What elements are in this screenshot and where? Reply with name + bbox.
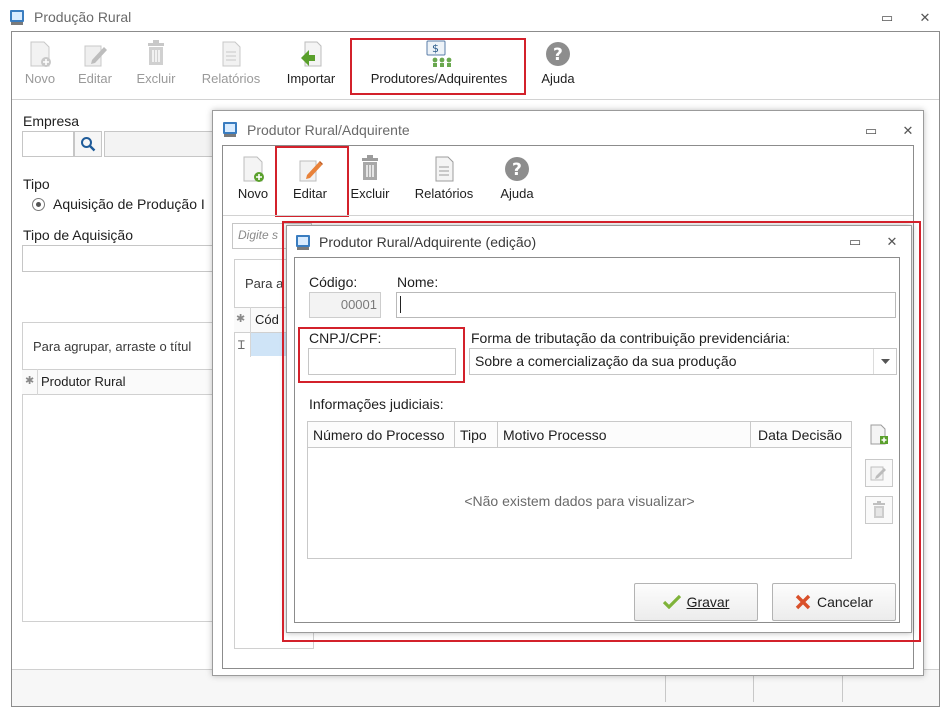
- new-document-icon: [30, 41, 51, 67]
- highlight-produtores-button: [350, 38, 526, 95]
- tipo-aquisicao-label: Tipo de Aquisição: [23, 227, 133, 243]
- svg-text:?: ?: [512, 160, 522, 180]
- main-close-icon[interactable]: ✕: [917, 10, 933, 26]
- mid-window-title: Produtor Rural/Adquirente: [247, 122, 410, 138]
- help-icon: ?: [546, 42, 570, 66]
- mid-ajuda-label: Ajuda: [500, 186, 534, 201]
- mid-app-icon: [222, 120, 240, 138]
- highlight-edit-dialog: [282, 221, 921, 642]
- mid-group-hint: Para a: [245, 276, 284, 291]
- main-grid-col-divider: [37, 369, 38, 395]
- import-icon: [301, 41, 322, 67]
- main-grid-asterisk-icon: ✱: [25, 375, 35, 387]
- main-grid-col-header[interactable]: Produtor Rural: [41, 374, 126, 389]
- report-icon: [222, 41, 241, 67]
- mid-report-icon: [435, 156, 454, 182]
- edit-pencil-icon: [84, 45, 107, 67]
- novo-label: Novo: [24, 71, 56, 86]
- mid-new-document-icon: [243, 156, 264, 182]
- excluir-label: Excluir: [136, 71, 176, 86]
- importar-label: Importar: [286, 71, 336, 86]
- svg-text:?: ?: [553, 45, 563, 65]
- trash-icon: [148, 40, 164, 65]
- mid-ajuda-button[interactable]: ? Ajuda: [495, 155, 539, 201]
- relatorios-button[interactable]: Relatórios: [196, 40, 266, 86]
- mid-help-icon: ?: [505, 157, 529, 181]
- highlight-editar-button: [275, 146, 349, 217]
- ajuda-button[interactable]: ? Ajuda: [536, 40, 580, 86]
- mid-excluir-label: Excluir: [350, 186, 390, 201]
- status-divider-1: [665, 676, 666, 702]
- empresa-code-input[interactable]: [22, 131, 74, 157]
- tipo-label: Tipo: [23, 176, 50, 192]
- empresa-search-button[interactable]: [74, 131, 102, 157]
- mid-restore-icon[interactable]: ▭: [863, 123, 879, 139]
- search-icon: [81, 137, 96, 152]
- toolbar-separator: [12, 99, 939, 100]
- mid-grid-asterisk-icon: ✱: [236, 313, 246, 325]
- mid-grid-row-cursor-icon: Ɪ: [238, 338, 245, 352]
- editar-label: Editar: [78, 71, 112, 86]
- main-group-hint: Para agrupar, arraste o títul: [33, 339, 192, 354]
- status-divider-3: [842, 676, 843, 702]
- tipo-radio[interactable]: [32, 198, 45, 211]
- mid-toolbar-separator: [223, 215, 913, 216]
- mid-novo-label: Novo: [237, 186, 269, 201]
- mid-relatorios-button[interactable]: Relatórios: [409, 155, 479, 201]
- mid-relatorios-label: Relatórios: [414, 186, 474, 201]
- empresa-label: Empresa: [23, 113, 80, 129]
- main-restore-icon[interactable]: ▭: [879, 10, 895, 26]
- importar-button[interactable]: Importar: [280, 40, 342, 86]
- mid-trash-icon: [362, 155, 378, 180]
- main-grid: [22, 322, 218, 622]
- mid-novo-button[interactable]: Novo: [233, 155, 273, 201]
- mid-search-placeholder: Digite s: [238, 228, 279, 242]
- novo-button[interactable]: Novo: [18, 40, 62, 86]
- empresa-name-input[interactable]: [104, 131, 214, 157]
- status-divider-2: [753, 676, 754, 702]
- ajuda-label: Ajuda: [541, 71, 575, 86]
- mid-close-icon[interactable]: ✕: [900, 123, 916, 139]
- tipo-aquisicao-select[interactable]: [22, 245, 217, 272]
- mid-grid-col-header[interactable]: Cód: [255, 312, 279, 327]
- relatorios-label: Relatórios: [201, 71, 261, 86]
- main-app-icon: [9, 8, 27, 26]
- excluir-button[interactable]: Excluir: [130, 40, 182, 86]
- tipo-option-label: Aquisição de Produção I: [53, 196, 205, 212]
- editar-button[interactable]: Editar: [72, 40, 118, 86]
- mid-excluir-button[interactable]: Excluir: [345, 155, 395, 201]
- main-window-title: Produção Rural: [34, 9, 132, 25]
